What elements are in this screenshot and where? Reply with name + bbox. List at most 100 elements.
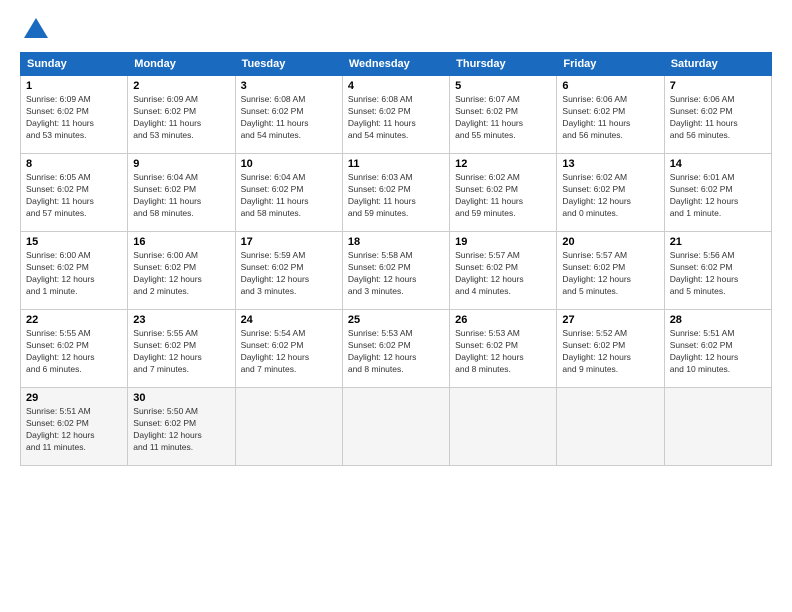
calendar-cell xyxy=(235,388,342,466)
day-number: 11 xyxy=(348,158,444,170)
calendar-cell: 2 Sunrise: 6:09 AMSunset: 6:02 PMDaylight… xyxy=(128,76,235,154)
day-number: 12 xyxy=(455,158,551,170)
calendar-cell: 21 Sunrise: 5:56 AMSunset: 6:02 PMDayligh… xyxy=(664,232,771,310)
calendar-cell: 16 Sunrise: 6:00 AMSunset: 6:02 PMDayligh… xyxy=(128,232,235,310)
header-tuesday: Tuesday xyxy=(235,53,342,76)
day-info: Sunrise: 6:00 AMSunset: 6:02 PMDaylight:… xyxy=(26,250,122,298)
calendar-cell: 9 Sunrise: 6:04 AMSunset: 6:02 PMDaylight… xyxy=(128,154,235,232)
day-number: 7 xyxy=(670,80,766,92)
calendar-week-4: 22 Sunrise: 5:55 AMSunset: 6:02 PMDayligh… xyxy=(21,310,772,388)
header-friday: Friday xyxy=(557,53,664,76)
day-number: 13 xyxy=(562,158,658,170)
calendar-cell: 26 Sunrise: 5:53 AMSunset: 6:02 PMDayligh… xyxy=(450,310,557,388)
calendar-week-3: 15Sunrise: 6:00 AMSunset: 6:02 PMDayligh… xyxy=(21,232,772,310)
calendar-week-2: 8Sunrise: 6:05 AMSunset: 6:02 PMDaylight… xyxy=(21,154,772,232)
calendar-cell: 3 Sunrise: 6:08 AMSunset: 6:02 PMDaylight… xyxy=(235,76,342,154)
day-number: 23 xyxy=(133,314,229,326)
calendar-cell: 30Sunrise: 5:50 AMSunset: 6:02 PMDayligh… xyxy=(128,388,235,466)
calendar-cell: 5 Sunrise: 6:07 AMSunset: 6:02 PMDaylight… xyxy=(450,76,557,154)
calendar-cell: 14 Sunrise: 6:01 AMSunset: 6:02 PMDayligh… xyxy=(664,154,771,232)
day-info: Sunrise: 6:00 AMSunset: 6:02 PMDaylight:… xyxy=(133,250,229,298)
calendar-week-1: 1 Sunrise: 6:09 AMSunset: 6:02 PMDaylight… xyxy=(21,76,772,154)
day-info: Sunrise: 5:52 AMSunset: 6:02 PMDaylight:… xyxy=(562,328,658,376)
header-saturday: Saturday xyxy=(664,53,771,76)
header-sunday: Sunday xyxy=(21,53,128,76)
day-info: Sunrise: 6:02 AMSunset: 6:02 PMDaylight:… xyxy=(562,172,658,220)
day-number: 9 xyxy=(133,158,229,170)
day-info: Sunrise: 6:02 AMSunset: 6:02 PMDaylight:… xyxy=(455,172,551,220)
calendar-cell: 18Sunrise: 5:58 AMSunset: 6:02 PMDayligh… xyxy=(342,232,449,310)
calendar-cell: 27Sunrise: 5:52 AMSunset: 6:02 PMDayligh… xyxy=(557,310,664,388)
day-number: 6 xyxy=(562,80,658,92)
day-number: 29 xyxy=(26,392,122,404)
calendar-week-5: 29 Sunrise: 5:51 AMSunset: 6:02 PMDayligh… xyxy=(21,388,772,466)
day-info: Sunrise: 6:07 AMSunset: 6:02 PMDaylight:… xyxy=(455,94,551,142)
calendar-cell: 28 Sunrise: 5:51 AMSunset: 6:02 PMDayligh… xyxy=(664,310,771,388)
day-number: 8 xyxy=(26,158,122,170)
day-info: Sunrise: 6:03 AMSunset: 6:02 PMDaylight:… xyxy=(348,172,444,220)
day-number: 24 xyxy=(241,314,337,326)
day-number: 10 xyxy=(241,158,337,170)
day-info: Sunrise: 5:54 AMSunset: 6:02 PMDaylight:… xyxy=(241,328,337,376)
calendar-cell: 15Sunrise: 6:00 AMSunset: 6:02 PMDayligh… xyxy=(21,232,128,310)
day-info: Sunrise: 5:57 AMSunset: 6:02 PMDaylight:… xyxy=(455,250,551,298)
day-number: 20 xyxy=(562,236,658,248)
calendar-cell: 4 Sunrise: 6:08 AMSunset: 6:02 PMDaylight… xyxy=(342,76,449,154)
day-info: Sunrise: 6:09 AMSunset: 6:02 PMDaylight:… xyxy=(133,94,229,142)
day-number: 1 xyxy=(26,80,122,92)
day-info: Sunrise: 6:06 AMSunset: 6:02 PMDaylight:… xyxy=(562,94,658,142)
calendar-table: SundayMondayTuesdayWednesdayThursdayFrid… xyxy=(20,52,772,466)
day-number: 2 xyxy=(133,80,229,92)
logo-icon xyxy=(22,16,50,44)
day-number: 14 xyxy=(670,158,766,170)
calendar-cell: 11 Sunrise: 6:03 AMSunset: 6:02 PMDayligh… xyxy=(342,154,449,232)
day-info: Sunrise: 6:08 AMSunset: 6:02 PMDaylight:… xyxy=(348,94,444,142)
day-number: 19 xyxy=(455,236,551,248)
calendar-cell: 13 Sunrise: 6:02 AMSunset: 6:02 PMDayligh… xyxy=(557,154,664,232)
calendar-cell: 22 Sunrise: 5:55 AMSunset: 6:02 PMDayligh… xyxy=(21,310,128,388)
logo xyxy=(20,16,50,44)
day-number: 22 xyxy=(26,314,122,326)
day-info: Sunrise: 5:58 AMSunset: 6:02 PMDaylight:… xyxy=(348,250,444,298)
day-info: Sunrise: 5:59 AMSunset: 6:02 PMDaylight:… xyxy=(241,250,337,298)
day-info: Sunrise: 5:57 AMSunset: 6:02 PMDaylight:… xyxy=(562,250,658,298)
day-info: Sunrise: 6:06 AMSunset: 6:02 PMDaylight:… xyxy=(670,94,766,142)
calendar-cell: 10 Sunrise: 6:04 AMSunset: 6:02 PMDayligh… xyxy=(235,154,342,232)
day-number: 25 xyxy=(348,314,444,326)
calendar-cell: 1Sunrise: 6:09 AMSunset: 6:02 PMDaylight… xyxy=(21,76,128,154)
day-info: Sunrise: 5:53 AMSunset: 6:02 PMDaylight:… xyxy=(348,328,444,376)
day-number: 4 xyxy=(348,80,444,92)
day-info: Sunrise: 6:04 AMSunset: 6:02 PMDaylight:… xyxy=(133,172,229,220)
calendar-cell: 24 Sunrise: 5:54 AMSunset: 6:02 PMDayligh… xyxy=(235,310,342,388)
day-info: Sunrise: 6:08 AMSunset: 6:02 PMDaylight:… xyxy=(241,94,337,142)
day-info: Sunrise: 6:04 AMSunset: 6:02 PMDaylight:… xyxy=(241,172,337,220)
calendar-cell xyxy=(557,388,664,466)
day-number: 3 xyxy=(241,80,337,92)
calendar-cell xyxy=(450,388,557,466)
day-info: Sunrise: 5:51 AMSunset: 6:02 PMDaylight:… xyxy=(670,328,766,376)
day-info: Sunrise: 5:51 AMSunset: 6:02 PMDaylight:… xyxy=(26,406,122,454)
day-info: Sunrise: 5:55 AMSunset: 6:02 PMDaylight:… xyxy=(26,328,122,376)
day-info: Sunrise: 5:56 AMSunset: 6:02 PMDaylight:… xyxy=(670,250,766,298)
day-number: 21 xyxy=(670,236,766,248)
day-number: 26 xyxy=(455,314,551,326)
calendar-cell: 12 Sunrise: 6:02 AMSunset: 6:02 PMDayligh… xyxy=(450,154,557,232)
calendar-cell: 19 Sunrise: 5:57 AMSunset: 6:02 PMDayligh… xyxy=(450,232,557,310)
header-monday: Monday xyxy=(128,53,235,76)
day-info: Sunrise: 6:01 AMSunset: 6:02 PMDaylight:… xyxy=(670,172,766,220)
day-number: 28 xyxy=(670,314,766,326)
day-info: Sunrise: 5:50 AMSunset: 6:02 PMDaylight:… xyxy=(133,406,229,454)
calendar-cell xyxy=(664,388,771,466)
calendar-cell: 17 Sunrise: 5:59 AMSunset: 6:02 PMDayligh… xyxy=(235,232,342,310)
day-number: 5 xyxy=(455,80,551,92)
calendar-cell: 29 Sunrise: 5:51 AMSunset: 6:02 PMDayligh… xyxy=(21,388,128,466)
day-number: 17 xyxy=(241,236,337,248)
calendar-page: SundayMondayTuesdayWednesdayThursdayFrid… xyxy=(0,0,792,612)
calendar-cell: 6 Sunrise: 6:06 AMSunset: 6:02 PMDaylight… xyxy=(557,76,664,154)
calendar-cell: 20 Sunrise: 5:57 AMSunset: 6:02 PMDayligh… xyxy=(557,232,664,310)
header-wednesday: Wednesday xyxy=(342,53,449,76)
header-thursday: Thursday xyxy=(450,53,557,76)
calendar-cell: 7 Sunrise: 6:06 AMSunset: 6:02 PMDaylight… xyxy=(664,76,771,154)
day-info: Sunrise: 5:53 AMSunset: 6:02 PMDaylight:… xyxy=(455,328,551,376)
day-number: 16 xyxy=(133,236,229,248)
